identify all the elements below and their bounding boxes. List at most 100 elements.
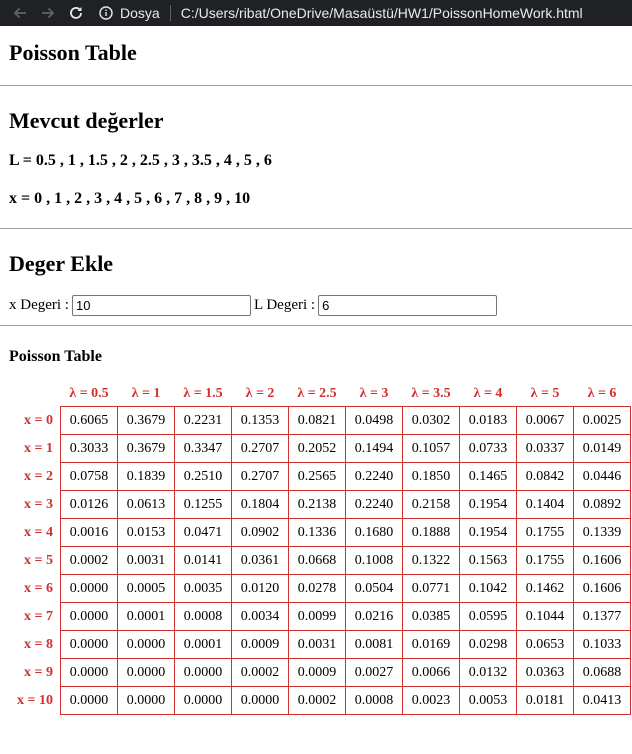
table-cell: 0.3679 [117, 406, 175, 435]
table-cell: 0.1804 [231, 490, 289, 519]
address-separator [169, 5, 171, 21]
column-header: λ = 2 [245, 386, 275, 401]
table-row: x = 10 0.0000 0.0000 0.0000 0.0000 0.0002 0.00… [13, 686, 631, 715]
forward-button[interactable] [34, 0, 62, 26]
table-cell: 0.1353 [231, 406, 289, 435]
back-button[interactable] [6, 0, 34, 26]
table-cell: 0.2510 [174, 462, 232, 491]
table-cell: 0.0099 [288, 602, 346, 631]
x-value-label: x Degeri : [9, 297, 69, 313]
table-cell: 0.0023 [402, 686, 460, 715]
table-cell: 0.1339 [573, 518, 631, 547]
table-cell: 0.1044 [516, 602, 574, 631]
row-header: x = 9 [24, 664, 53, 680]
table-cell: 0.0902 [231, 518, 289, 547]
table-cell: 0.0001 [117, 602, 175, 631]
l-value-input[interactable] [318, 295, 498, 316]
table-cell: 0.0771 [402, 574, 460, 603]
table-cell: 0.0120 [231, 574, 289, 603]
table-row: x = 3 0.0126 0.0613 0.1255 0.1804 0.2138 0.224… [13, 490, 631, 519]
table-cell: 0.0000 [174, 686, 232, 715]
table-cell: 0.0000 [60, 574, 118, 603]
address-bar[interactable]: C:/Users/ribat/OneDrive/Masaüstü/HW1/Poi… [181, 5, 583, 21]
table-cell: 0.3033 [60, 434, 118, 463]
table-cell: 0.0001 [174, 630, 232, 659]
column-header: λ = 4 [473, 386, 503, 401]
table-cell: 0.0000 [117, 658, 175, 687]
table-cell: 0.0000 [60, 686, 118, 715]
table-cell: 0.0758 [60, 462, 118, 491]
l-value-label: L Degeri : [253, 297, 316, 313]
x-value-input[interactable] [71, 295, 251, 316]
table-cell: 0.0000 [231, 686, 289, 715]
table-cell: 0.2138 [288, 490, 346, 519]
browser-toolbar: Dosya C:/Users/ribat/OneDrive/Masaüstü/H… [0, 0, 632, 26]
table-cell: 0.0653 [516, 630, 574, 659]
table-row: x = 8 0.0000 0.0000 0.0001 0.0009 0.0031 0.008… [13, 630, 631, 659]
table-cell: 0.0842 [516, 462, 574, 491]
l-values-line: L = 0.5 , 1 , 1.5 , 2 , 2.5 , 3 , 3.5 , … [9, 152, 272, 169]
table-cell: 0.0002 [60, 546, 118, 575]
table-cell: 0.0126 [60, 490, 118, 519]
row-header: x = 10 [17, 692, 53, 708]
table-cell: 0.2052 [288, 434, 346, 463]
table-cell: 0.0008 [174, 602, 232, 631]
row-header: x = 7 [24, 608, 53, 624]
table-cell: 0.1008 [345, 546, 403, 575]
table-cell: 0.0000 [60, 658, 118, 687]
site-info-button[interactable] [94, 0, 118, 26]
reload-icon [70, 7, 82, 19]
table-cell: 0.0053 [459, 686, 517, 715]
table-cell: 0.0027 [345, 658, 403, 687]
divider [0, 325, 632, 326]
table-cell: 0.0302 [402, 406, 460, 435]
table-cell: 0.0471 [174, 518, 232, 547]
column-header: λ = 1 [131, 386, 161, 401]
table-cell: 0.0000 [117, 630, 175, 659]
reload-button[interactable] [62, 0, 90, 26]
table-cell: 0.2707 [231, 434, 289, 463]
table-cell: 0.0009 [231, 630, 289, 659]
row-header: x = 1 [24, 440, 53, 456]
row-header: x = 0 [24, 412, 53, 428]
table-row: x = 5 0.0002 0.0031 0.0141 0.0361 0.0668 0.100… [13, 546, 631, 575]
row-header: x = 2 [24, 468, 53, 484]
table-cell: 0.1839 [117, 462, 175, 491]
table-cell: 0.1606 [573, 546, 631, 575]
table-row: x = 1 0.3033 0.3679 0.3347 0.2707 0.2052 0.149… [13, 434, 631, 463]
column-header: λ = 3.5 [411, 386, 451, 401]
table-cell: 0.0005 [117, 574, 175, 603]
table-cell: 0.0169 [402, 630, 460, 659]
table-cell: 0.3679 [117, 434, 175, 463]
table-cell: 0.0000 [60, 602, 118, 631]
row-header: x = 8 [24, 636, 53, 652]
table-row: x = 9 0.0000 0.0000 0.0000 0.0002 0.0009 0.002… [13, 658, 631, 687]
add-value-heading: Deger Ekle [9, 251, 114, 276]
table-cell: 0.1042 [459, 574, 517, 603]
table-cell: 0.1057 [402, 434, 460, 463]
available-values-heading: Mevcut değerler [9, 108, 164, 133]
x-values-line: x = 0 , 1 , 2 , 3 , 4 , 5 , 6 , 7 , 8 , … [9, 190, 251, 207]
table-cell: 0.0613 [117, 490, 175, 519]
table-cell: 0.2231 [174, 406, 232, 435]
table-cell: 0.0008 [345, 686, 403, 715]
table-cell: 0.0031 [117, 546, 175, 575]
table-row: x = 2 0.0758 0.1839 0.2510 0.2707 0.2565 0.224… [13, 462, 631, 491]
table-cell: 0.0595 [459, 602, 517, 631]
table-cell: 0.0081 [345, 630, 403, 659]
table-cell: 0.0183 [459, 406, 517, 435]
table-cell: 0.0132 [459, 658, 517, 687]
page-title: Poisson Table [9, 40, 137, 65]
table-cell: 0.1404 [516, 490, 574, 519]
table-cell: 0.0002 [288, 686, 346, 715]
table-cell: 0.1336 [288, 518, 346, 547]
table-cell: 0.0385 [402, 602, 460, 631]
page-content: Poisson Table Mevcut değerler L = 0.5 , … [0, 40, 632, 715]
column-header: λ = 5 [530, 386, 560, 401]
table-cell: 0.1888 [402, 518, 460, 547]
column-header: λ = 1.5 [183, 386, 223, 401]
table-cell: 0.1465 [459, 462, 517, 491]
table-cell: 0.0504 [345, 574, 403, 603]
table-heading: Poisson Table [9, 348, 102, 365]
table-cell: 0.1462 [516, 574, 574, 603]
